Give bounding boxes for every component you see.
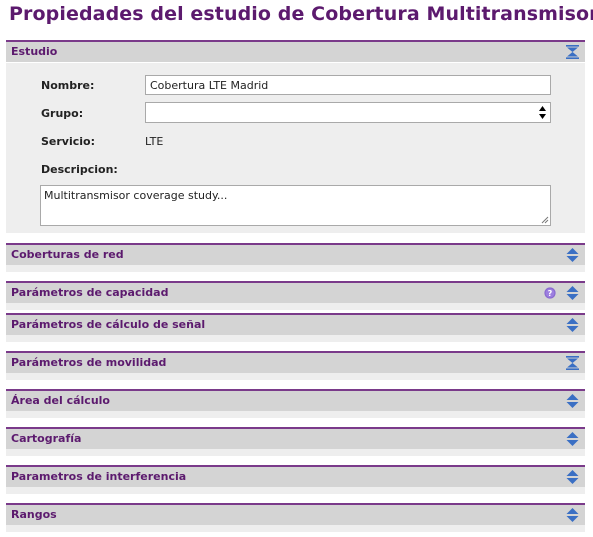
- expand-icon[interactable]: [566, 394, 579, 408]
- expand-icon[interactable]: [566, 318, 579, 332]
- section-spacer: [6, 525, 585, 532]
- svg-text:?: ?: [548, 289, 553, 298]
- expand-icon[interactable]: [566, 248, 579, 262]
- servicio-value: LTE: [145, 135, 164, 148]
- section-header-area-calculo[interactable]: Área del cálculo: [6, 389, 585, 411]
- section-spacer: [6, 265, 585, 272]
- expand-icon[interactable]: [566, 508, 579, 522]
- expand-icon[interactable]: [566, 470, 579, 484]
- expand-icon[interactable]: [566, 286, 579, 300]
- section-header-parametros-calculo-senal[interactable]: Parámetros de cálculo de señal: [6, 313, 585, 335]
- nombre-input[interactable]: [145, 75, 551, 95]
- nombre-label: Nombre:: [41, 79, 95, 92]
- collapse-icon[interactable]: [566, 356, 579, 370]
- grupo-select[interactable]: [145, 102, 551, 123]
- section-label: Rangos: [11, 508, 57, 521]
- descripcion-label: Descripcion:: [41, 163, 118, 176]
- section-label: Parámetros de movilidad: [11, 356, 167, 369]
- section-spacer: [6, 373, 585, 380]
- descripcion-textarea[interactable]: Multitransmisor coverage study...: [40, 185, 551, 226]
- section-header-coberturas-red[interactable]: Coberturas de red: [6, 243, 585, 265]
- section-header-rangos[interactable]: Rangos: [6, 503, 585, 525]
- section-spacer: [6, 449, 585, 456]
- select-arrows-icon: [539, 106, 546, 119]
- section-label: Cartografía: [11, 432, 82, 445]
- servicio-label: Servicio:: [41, 135, 95, 148]
- page-title: Propiedades del estudio de Cobertura Mul…: [9, 3, 593, 25]
- section-header-parametros-movilidad[interactable]: Parámetros de movilidad: [6, 351, 585, 373]
- resize-handle-icon[interactable]: [541, 216, 549, 224]
- section-header-estudio[interactable]: Estudio: [6, 40, 585, 62]
- section-spacer: [6, 411, 585, 418]
- section-body-estudio: Nombre: Grupo: Servicio: LTE Descripcion…: [6, 63, 585, 233]
- section-label: Parámetros de capacidad: [11, 286, 169, 299]
- expand-icon[interactable]: [566, 432, 579, 446]
- section-label-estudio: Estudio: [11, 45, 58, 58]
- section-header-parametros-interferencia[interactable]: Parametros de interferencia: [6, 465, 585, 487]
- section-spacer: [6, 335, 585, 342]
- collapse-icon[interactable]: [566, 45, 579, 59]
- grupo-label: Grupo:: [41, 107, 84, 120]
- section-header-parametros-capacidad[interactable]: Parámetros de capacidad ?: [6, 281, 585, 303]
- section-label: Coberturas de red: [11, 248, 124, 261]
- section-label: Parámetros de cálculo de señal: [11, 318, 206, 331]
- section-spacer: [6, 303, 585, 310]
- section-label: Área del cálculo: [11, 394, 110, 407]
- section-label: Parametros de interferencia: [11, 470, 187, 483]
- section-spacer: [6, 487, 585, 494]
- section-header-cartografia[interactable]: Cartografía: [6, 427, 585, 449]
- help-icon[interactable]: ?: [544, 287, 556, 299]
